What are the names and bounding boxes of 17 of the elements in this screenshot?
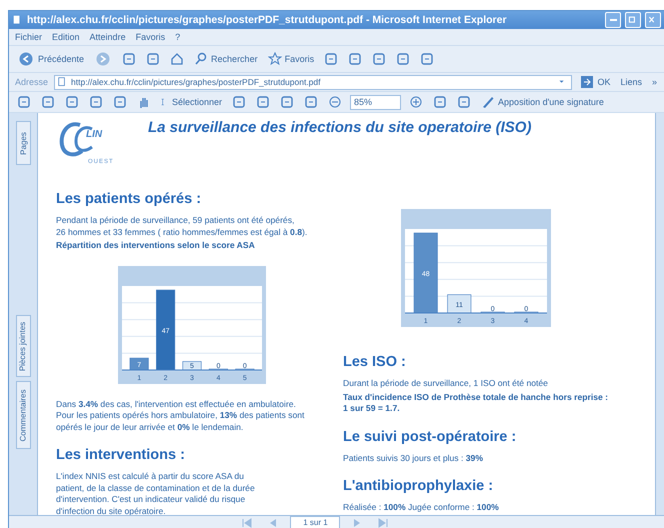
section-heading: Les interventions :	[56, 447, 186, 463]
paragraph: Pendant la période de surveillance, 59 patients ont été opérés, 26 hommes et 33 femmes ( ratio hommes/femmes est égal à 0.8).	[56, 215, 308, 238]
logo-text: LIN	[86, 129, 102, 140]
paragraph: L'index NNIS est calculé à partir du score ASA du patient, de la classe de contamination et de la durée d'intervention. C'est un indicateur validé du risque d'infection du site opératoire.	[56, 471, 256, 515]
paragraph: Réalisée : 100% Jugée conforme : 100%	[343, 502, 500, 514]
paragraph: Dans 3.4% des cas, l'intervention est effectuée en ambulatoire. Pour les patients opérés hors ambulatoire, 13% des patients sont opérés le jour de leur arrivée et 0% le lendemain.	[56, 398, 306, 433]
window-title: http://alex.chu.fr/cclin/pictures/graphes/posterPDF_strutdupont.pdf - Microsoft Internet Explorer	[27, 14, 508, 26]
address-label: Adresse	[15, 77, 48, 87]
paragraph: Taux d'incidence ISO de Prothèse totale de hanche hors reprise : 1 sur 59 = 1.7.	[343, 392, 610, 414]
paragraph: Patients suivis 30 jours et plus : 39%	[343, 452, 484, 464]
section-heading: Le suivi post-opératoire :	[343, 428, 518, 444]
section-heading: Les ISO :	[343, 354, 407, 370]
document-title: La surveillance des infections du site operatoire (ISO)	[148, 119, 532, 136]
paragraph: Durant la période de surveillance, 1 ISO ont été notée	[343, 378, 549, 390]
paragraph: Répartition des interventions selon le score ASA	[56, 240, 256, 252]
section-heading: Les patients opérés :	[56, 191, 202, 207]
section-heading: L'antibioprophylaxie :	[343, 478, 494, 494]
